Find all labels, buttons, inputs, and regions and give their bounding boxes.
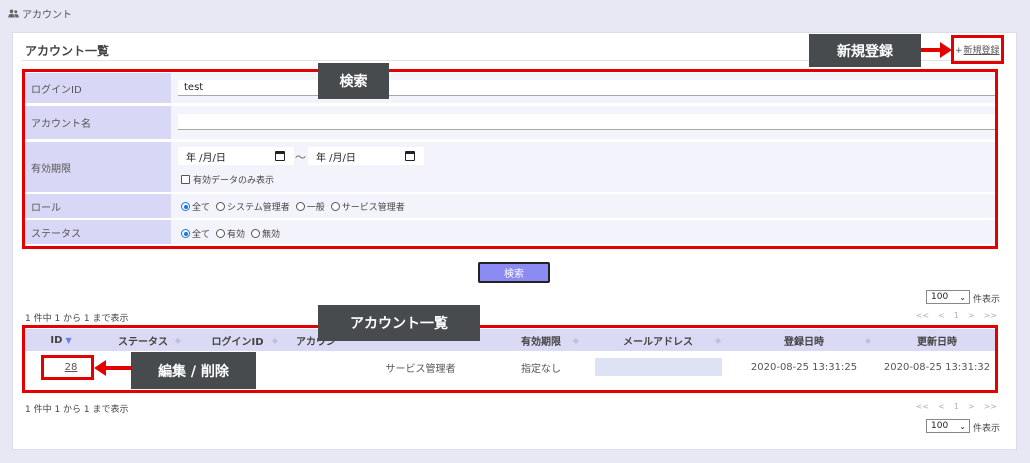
per-page-value: 100 — [931, 421, 949, 431]
per-page-select-bottom[interactable]: 100 ⌄ — [926, 419, 970, 433]
pagination-bottom: << < 1 > >> — [916, 402, 997, 411]
breadcrumb: アカウント — [8, 6, 72, 21]
per-page-label: 件表示 — [973, 295, 1001, 305]
pager-last[interactable]: >> — [984, 311, 997, 320]
search-button[interactable]: 検索 — [478, 262, 550, 283]
per-page-value: 100 — [931, 292, 949, 302]
pagination-top: << < 1 > >> — [916, 311, 997, 320]
pager-prev[interactable]: < — [938, 402, 945, 411]
arrow-right-icon — [921, 42, 952, 58]
new-link-highlight — [951, 35, 1004, 64]
page-title: アカウント一覧 — [25, 44, 110, 58]
edit-delete-callout: 編集 / 削除 — [131, 352, 256, 389]
result-count-top: 1 件中 1 から 1 まで表示 — [25, 314, 129, 324]
edit-delete-highlight — [41, 355, 94, 380]
pager-last[interactable]: >> — [984, 402, 997, 411]
pager-page-1[interactable]: 1 — [954, 402, 959, 411]
pager-next[interactable]: > — [968, 311, 975, 320]
breadcrumb-label: アカウント — [22, 10, 72, 21]
arrow-left-icon — [94, 360, 132, 376]
pager-first[interactable]: << — [916, 311, 929, 320]
users-icon — [8, 9, 19, 18]
result-count-bottom: 1 件中 1 から 1 まで表示 — [25, 405, 129, 415]
pager-prev[interactable]: < — [938, 311, 945, 320]
new-registration-callout: 新規登録 — [809, 34, 921, 67]
pager-page-1[interactable]: 1 — [954, 311, 959, 320]
search-area-highlight — [22, 69, 998, 249]
per-page-label: 件表示 — [973, 424, 1001, 434]
chevron-down-icon: ⌄ — [959, 293, 966, 302]
search-callout: 検索 — [318, 63, 389, 99]
per-page-select-top[interactable]: 100 ⌄ — [926, 290, 970, 304]
chevron-down-icon: ⌄ — [959, 422, 966, 431]
pager-next[interactable]: > — [968, 402, 975, 411]
account-list-callout: アカウント一覧 — [318, 305, 480, 341]
pager-first[interactable]: << — [916, 402, 929, 411]
